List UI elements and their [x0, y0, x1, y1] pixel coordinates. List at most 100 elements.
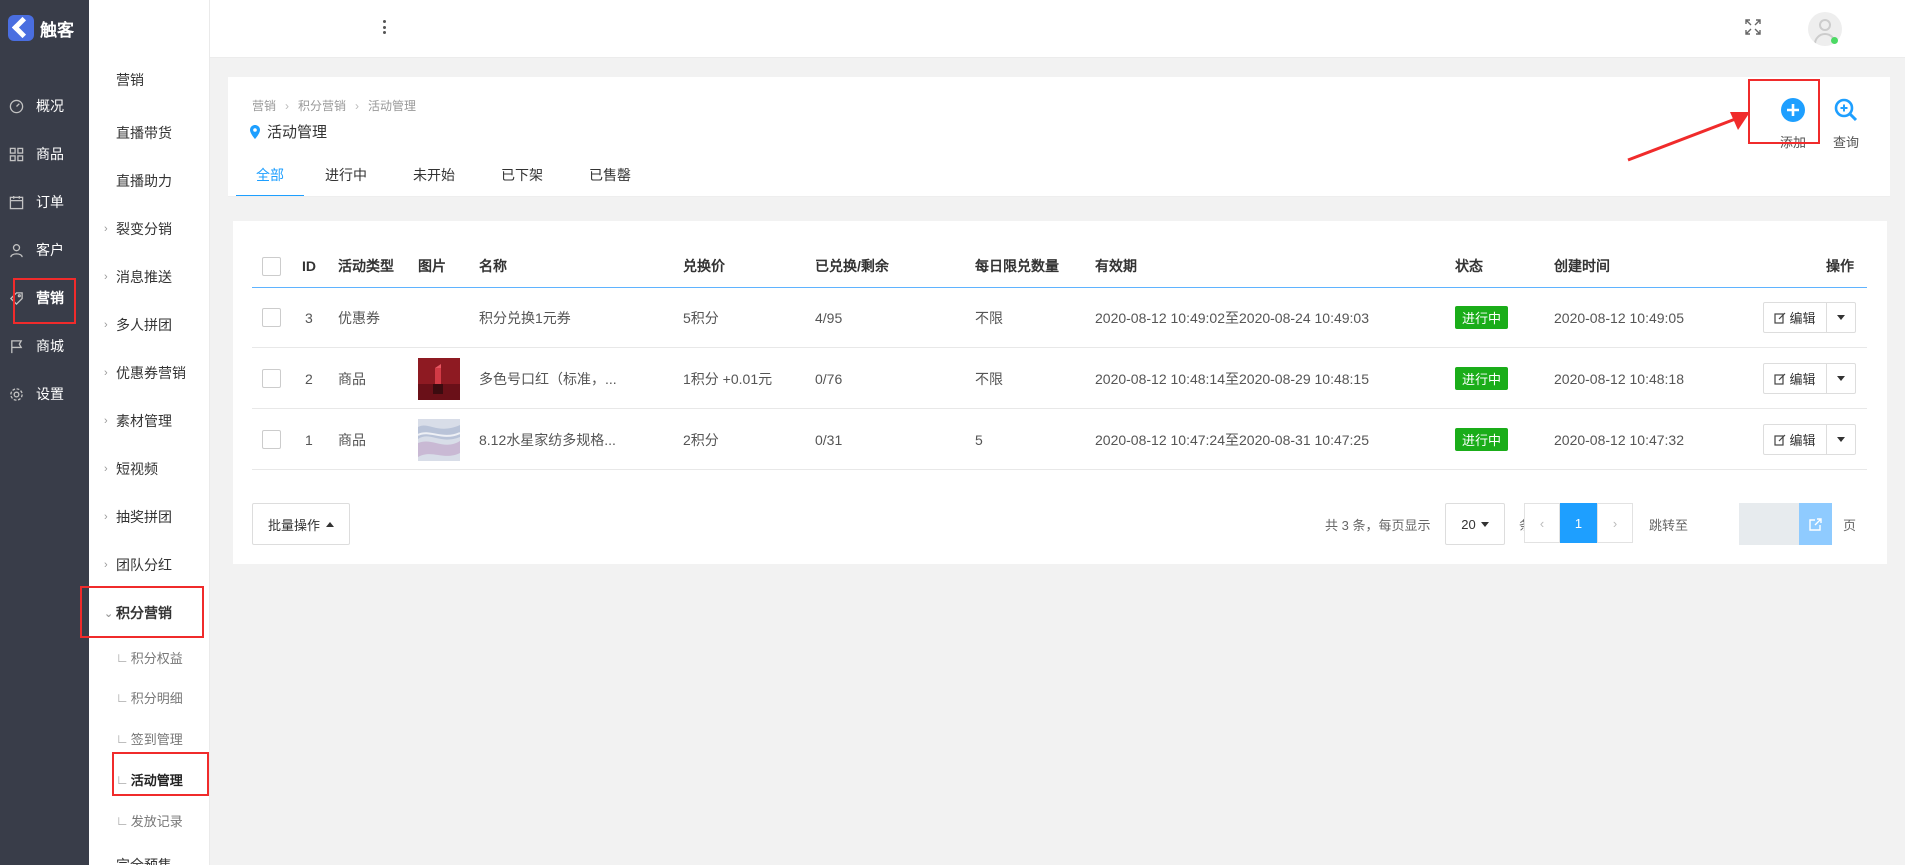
- nav-item-orders[interactable]: 订单: [0, 180, 89, 224]
- sub-item-materials[interactable]: › 素材管理: [89, 401, 210, 441]
- sub-child-issue-records[interactable]: ∟ 发放记录: [89, 800, 210, 840]
- sub-item-live-sales[interactable]: 直播带货: [89, 113, 210, 153]
- cell-exchanged: 4/95: [815, 309, 843, 326]
- dashboard-icon: [8, 98, 24, 114]
- sub-item-team-bonus[interactable]: › 团队分红: [89, 545, 210, 585]
- caret-down-icon: [1837, 437, 1845, 442]
- col-daily-limit: 每日限兑数量: [975, 258, 1059, 274]
- row-checkbox[interactable]: [262, 288, 281, 347]
- batch-operation-button[interactable]: 批量操作: [252, 503, 350, 545]
- cell-type: 商品: [338, 431, 366, 448]
- cell-type: 优惠券: [338, 309, 380, 326]
- edit-icon: [1774, 434, 1786, 446]
- row-checkbox[interactable]: [262, 410, 281, 469]
- table-row: 1 商品 8.12水星家纺多规格... 2积分 0/31 5 2020-08-1…: [252, 410, 1867, 470]
- nav-item-settings[interactable]: 设置: [0, 372, 89, 416]
- cell-type: 商品: [338, 370, 366, 387]
- tab-sold-out[interactable]: 已售罄: [586, 157, 634, 197]
- breadcrumb-separator: ›: [355, 98, 360, 113]
- col-price: 兑换价: [683, 258, 725, 274]
- tab-in-progress[interactable]: 进行中: [322, 157, 370, 197]
- more-menu-icon[interactable]: [382, 20, 386, 34]
- sub-child-points-detail[interactable]: ∟ 积分明细: [89, 677, 210, 717]
- cell-image: [418, 349, 460, 408]
- goto-label: 跳转至: [1649, 517, 1689, 533]
- nav-item-mall[interactable]: 商城: [0, 324, 89, 368]
- fullscreen-icon[interactable]: [1744, 18, 1762, 36]
- total-count-text: 共 3 条，每页显示: [1325, 517, 1431, 533]
- col-validity: 有效期: [1095, 258, 1137, 274]
- goto-page-input[interactable]: [1739, 503, 1799, 545]
- more-actions-dropdown[interactable]: [1827, 364, 1855, 393]
- sub-item-short-video[interactable]: › 短视频: [89, 449, 210, 489]
- cell-price: 1积分 +0.01元: [683, 370, 773, 387]
- row-checkbox[interactable]: [262, 349, 281, 408]
- page-size-select[interactable]: 20: [1445, 503, 1505, 545]
- tab-not-started[interactable]: 未开始: [410, 157, 458, 197]
- chevron-right-icon: ›: [104, 559, 108, 571]
- sub-sidebar: 营销 直播带货 直播助力 › 裂变分销 › 消息推送 › 多人拼团 › 优惠券营销 › 素…: [89, 0, 210, 865]
- edit-button[interactable]: 编辑: [1764, 303, 1827, 332]
- sub-item-presale[interactable]: 完全预售: [89, 845, 210, 865]
- search-icon: [1834, 98, 1858, 122]
- query-button[interactable]: 查询: [1826, 97, 1866, 151]
- tab-all[interactable]: 全部: [236, 157, 304, 197]
- nav-label: 概况: [36, 98, 64, 114]
- sub-item-label: 多人拼团: [116, 317, 172, 333]
- sub-child-points-rights[interactable]: ∟ 积分权益: [89, 637, 210, 677]
- nav-item-customers[interactable]: 客户: [0, 228, 89, 272]
- tab-delisted[interactable]: 已下架: [498, 157, 546, 197]
- nav-item-products[interactable]: 商品: [0, 132, 89, 176]
- prev-page-button[interactable]: ‹: [1524, 503, 1560, 543]
- nav-label: 设置: [36, 386, 64, 402]
- sub-item-marketing[interactable]: 营销: [89, 60, 210, 100]
- nav-label: 客户: [36, 242, 64, 258]
- brand-name: 触客: [40, 20, 74, 40]
- more-actions-dropdown[interactable]: [1827, 303, 1855, 332]
- sub-item-lottery[interactable]: › 抽奖拼团: [89, 497, 210, 537]
- nav-item-overview[interactable]: 概况: [0, 84, 89, 128]
- page-title: 活动管理: [250, 121, 327, 142]
- sub-item-coupon[interactable]: › 优惠券营销: [89, 353, 210, 393]
- gear-icon: [8, 386, 24, 402]
- edit-button[interactable]: 编辑: [1764, 364, 1827, 393]
- external-link-icon: [1809, 517, 1822, 531]
- brand-logo[interactable]: 触客: [0, 0, 89, 56]
- edit-label: 编辑: [1789, 311, 1816, 326]
- sub-item-live-boost[interactable]: 直播助力: [89, 161, 210, 201]
- top-header: [210, 0, 1905, 58]
- query-label: 查询: [1832, 135, 1859, 150]
- annotation-box-add: [1748, 79, 1820, 144]
- breadcrumb-item[interactable]: 积分营销: [298, 97, 346, 114]
- next-page-button[interactable]: ›: [1597, 503, 1633, 543]
- cell-name: 多色号口红（标准，...: [479, 370, 617, 387]
- sub-item-push[interactable]: › 消息推送: [89, 257, 210, 297]
- tree-line-icon: ∟: [116, 812, 129, 828]
- logo-mark-icon: [8, 15, 34, 41]
- cell-price: 2积分: [683, 431, 719, 448]
- cell-exchanged: 0/76: [815, 370, 843, 387]
- col-image: 图片: [418, 258, 446, 274]
- status-badge: 进行中: [1455, 306, 1509, 329]
- sub-item-label: 直播助力: [116, 173, 172, 189]
- fabric-thumbnail[interactable]: [418, 418, 460, 461]
- sub-item-fission[interactable]: › 裂变分销: [89, 209, 210, 249]
- sub-item-label: 素材管理: [116, 413, 172, 429]
- sub-item-group-buy[interactable]: › 多人拼团: [89, 305, 210, 345]
- edit-button[interactable]: 编辑: [1764, 425, 1827, 454]
- goto-page-button[interactable]: [1799, 503, 1832, 545]
- more-actions-dropdown[interactable]: [1827, 425, 1855, 454]
- sub-item-label: 抽奖拼团: [116, 509, 172, 525]
- chevron-right-icon: ›: [104, 271, 108, 283]
- cell-daily-limit: 不限: [975, 370, 1003, 387]
- breadcrumb-item: 活动管理: [368, 99, 417, 113]
- breadcrumb-item[interactable]: 营销: [252, 97, 276, 114]
- sub-child-label: 积分权益: [130, 650, 183, 666]
- select-all-checkbox[interactable]: [262, 245, 281, 287]
- lipstick-thumbnail[interactable]: [418, 357, 460, 400]
- current-page-button[interactable]: 1: [1560, 503, 1597, 543]
- cell-validity: 2020-08-12 10:48:14至2020-08-29 10:48:15: [1095, 370, 1369, 387]
- sub-child-label: 积分明细: [130, 690, 183, 706]
- col-name: 名称: [479, 258, 507, 274]
- chevron-right-icon: ›: [104, 223, 108, 235]
